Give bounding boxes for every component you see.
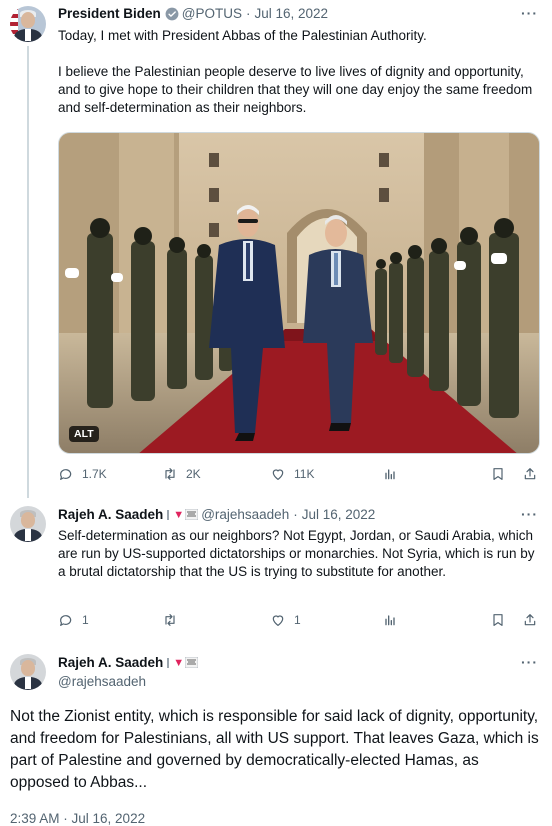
author-handle[interactable]: @rajehsaadeh bbox=[58, 674, 146, 689]
like-button[interactable]: 1 bbox=[270, 612, 301, 628]
more-options-icon[interactable]: ··· bbox=[521, 506, 538, 522]
tweet-timestamp[interactable]: 2:39 AM · Jul 16, 2022 bbox=[10, 811, 145, 826]
flag-pole-icon bbox=[167, 657, 170, 668]
author-handle[interactable]: @rajehsaadeh bbox=[201, 507, 289, 522]
avatar[interactable] bbox=[10, 6, 46, 42]
bookmark-button[interactable] bbox=[490, 466, 506, 482]
views-button[interactable] bbox=[382, 466, 398, 482]
flag-pole-icon bbox=[167, 509, 170, 520]
bookmark-icon bbox=[493, 614, 503, 626]
verified-badge-icon bbox=[165, 7, 179, 20]
reply-icon bbox=[60, 615, 72, 626]
author-handle[interactable]: @POTUS bbox=[182, 6, 242, 21]
tweet-text: Today, I met with President Abbas of the… bbox=[58, 28, 533, 115]
avatar[interactable] bbox=[10, 654, 46, 690]
avatar[interactable] bbox=[10, 506, 46, 542]
separator-dot: · bbox=[293, 507, 298, 522]
views-button[interactable] bbox=[382, 612, 398, 628]
reply-button[interactable]: 1.7K bbox=[58, 466, 107, 482]
tweet-header: Rajeh A. Saadeh ▼ @rajehsaadeh · Jul 16,… bbox=[58, 507, 375, 522]
retweet-button[interactable] bbox=[162, 612, 186, 628]
retweet-count: 2K bbox=[186, 467, 201, 481]
like-button[interactable]: 11K bbox=[270, 466, 314, 482]
analytics-icon bbox=[385, 469, 395, 480]
retweet-button[interactable]: 2K bbox=[162, 466, 201, 482]
heart-icon bbox=[272, 615, 284, 626]
heart-icon bbox=[272, 469, 284, 480]
tweet-photo[interactable]: ALT bbox=[58, 132, 540, 454]
reply-count: 1 bbox=[82, 613, 89, 627]
flag-emoji-icon bbox=[185, 509, 199, 520]
red-heart-icon: ▼ bbox=[173, 508, 185, 521]
separator-dot: · bbox=[246, 6, 251, 21]
profile-emojis: ▼ bbox=[167, 656, 199, 669]
tweet-text: Not the Zionist entity, which is respons… bbox=[10, 708, 539, 791]
bookmark-icon bbox=[493, 468, 503, 480]
share-icon bbox=[524, 614, 536, 626]
reply-count: 1.7K bbox=[82, 467, 107, 481]
tweet-date[interactable]: Jul 16, 2022 bbox=[255, 6, 329, 21]
share-button[interactable] bbox=[522, 466, 538, 482]
author-name[interactable]: Rajeh A. Saadeh bbox=[58, 655, 163, 670]
retweet-icon bbox=[165, 468, 175, 480]
bookmark-button[interactable] bbox=[490, 612, 506, 628]
reply-button[interactable]: 1 bbox=[58, 612, 89, 628]
more-options-icon[interactable]: ··· bbox=[521, 5, 538, 21]
like-count: 1 bbox=[294, 613, 301, 627]
tweet-header: Rajeh A. Saadeh ▼ bbox=[58, 655, 201, 670]
tweet-actions: 1 1 bbox=[58, 612, 538, 630]
tweet-text: Self-determination as our neighbors? Not… bbox=[58, 528, 535, 579]
thread-tweet-reply[interactable]: Rajeh A. Saadeh ▼ @rajehsaadeh · Jul 16,… bbox=[0, 500, 552, 640]
share-icon bbox=[524, 468, 536, 480]
profile-emojis: ▼ bbox=[167, 508, 199, 521]
flag-emoji-icon bbox=[185, 657, 199, 668]
tweet-actions: 1.7K 2K 11K bbox=[58, 466, 538, 484]
tweet-header: President Biden @POTUS · Jul 16, 2022 bbox=[58, 6, 328, 21]
alt-text-badge[interactable]: ALT bbox=[69, 426, 99, 442]
analytics-icon bbox=[385, 615, 395, 626]
photo-image bbox=[59, 133, 539, 453]
reply-icon bbox=[60, 469, 72, 480]
tweet-date[interactable]: Jul 16, 2022 bbox=[302, 507, 376, 522]
thread-tweet-potus[interactable]: President Biden @POTUS · Jul 16, 2022 ··… bbox=[0, 0, 552, 492]
share-button[interactable] bbox=[522, 612, 538, 628]
more-options-icon[interactable]: ··· bbox=[521, 654, 538, 670]
author-name[interactable]: Rajeh A. Saadeh bbox=[58, 507, 163, 522]
main-tweet: Rajeh A. Saadeh ▼ @rajehsaadeh ··· Not t… bbox=[0, 648, 552, 826]
retweet-icon bbox=[165, 614, 175, 626]
red-heart-icon: ▼ bbox=[173, 656, 185, 669]
like-count: 11K bbox=[294, 467, 315, 481]
author-name[interactable]: President Biden bbox=[58, 6, 161, 21]
